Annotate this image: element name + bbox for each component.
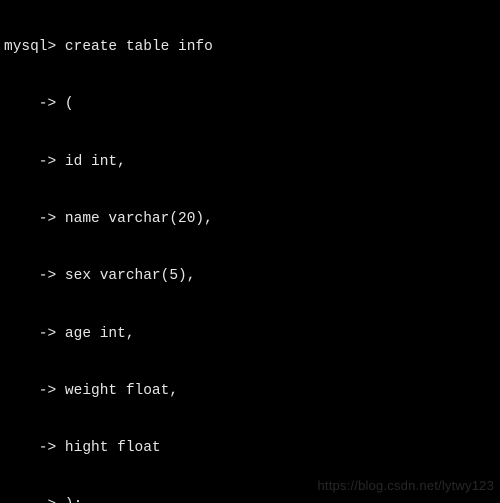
sql-create-line: -> weight float,	[4, 382, 496, 401]
sql-create-line: -> name varchar(20),	[4, 210, 496, 229]
sql-create-line: -> age int,	[4, 325, 496, 344]
sql-create-line: -> );	[4, 496, 496, 503]
sql-create-line: -> id int,	[4, 153, 496, 172]
sql-create-line: -> sex varchar(5),	[4, 267, 496, 286]
sql-create-line: -> (	[4, 95, 496, 114]
sql-create-line: -> hight float	[4, 439, 496, 458]
sql-create-line: mysql> create table info	[4, 38, 496, 57]
terminal-output[interactable]: mysql> create table info -> ( -> id int,…	[0, 0, 500, 503]
